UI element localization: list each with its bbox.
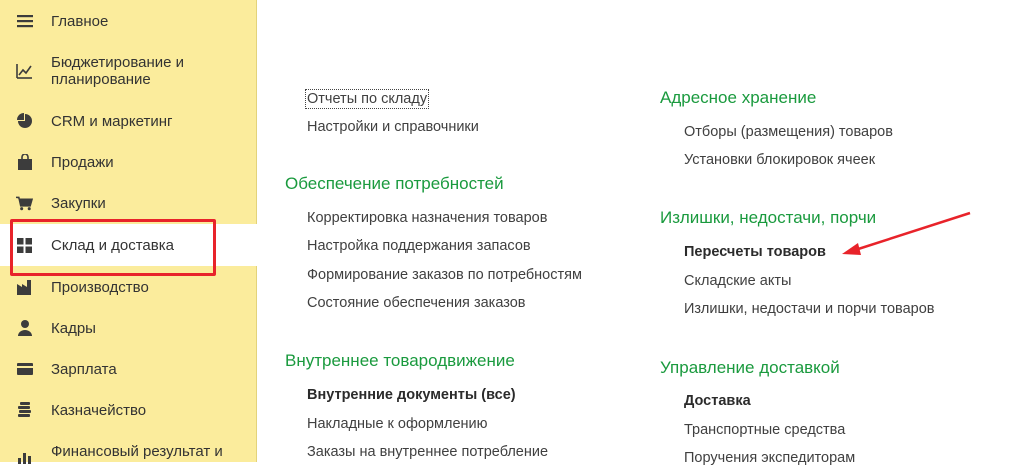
sidebar-item-label: Зарплата: [51, 360, 117, 378]
shopping-cart-icon: [16, 195, 33, 212]
shopping-bag-icon: [16, 154, 33, 171]
link-goods-recounts[interactable]: Пересчеты товаров: [684, 244, 826, 260]
link-vehicles[interactable]: Транспортные средства: [684, 422, 845, 438]
group-title-address-storage: Адресное хранение: [660, 88, 817, 107]
sidebar-item-label: Казначейство: [51, 401, 147, 419]
link-warehouse-reports[interactable]: Отчеты по складу: [304, 89, 430, 109]
pie-chart-icon: [16, 113, 33, 130]
link-invoices-to-process[interactable]: Накладные к оформлению: [307, 416, 488, 432]
link-order-supply-status[interactable]: Состояние обеспечения заказов: [307, 295, 525, 311]
link-internal-consumption-orders[interactable]: Заказы на внутреннее потребление: [307, 444, 548, 460]
link-cell-blocking[interactable]: Установки блокировок ячеек: [684, 152, 875, 168]
sidebar-item-label: Главное: [51, 12, 109, 30]
budget-chart-icon: [16, 63, 33, 80]
link-stock-maintenance-settings[interactable]: Настройка поддержания запасов: [307, 238, 531, 254]
sidebar-item-label: Закупки: [51, 194, 106, 212]
link-delivery[interactable]: Доставка: [684, 393, 751, 409]
group-title-needs: Обеспечение потребностей: [285, 174, 504, 193]
sidebar-item-label: Бюджетирование и планирование: [51, 54, 185, 88]
annotation-highlight-box: [10, 219, 216, 276]
link-internal-documents-all[interactable]: Внутренние документы (все): [307, 387, 516, 403]
sidebar-item-purchases[interactable]: Закупки: [0, 192, 257, 214]
sidebar-item-treasury[interactable]: Казначейство: [0, 399, 257, 421]
sidebar-item-budgeting[interactable]: Бюджетирование и планирование: [0, 52, 257, 90]
factory-icon: [16, 279, 33, 296]
menu-lines-icon: [16, 13, 33, 30]
sidebar-item-production[interactable]: Производство: [0, 276, 257, 298]
group-title-internal-movement: Внутреннее товародвижение: [285, 351, 515, 370]
sidebar-item-label: Производство: [51, 278, 149, 296]
sidebar-item-sales[interactable]: Продажи: [0, 151, 257, 173]
wallet-icon: [16, 361, 33, 378]
sidebar-item-personnel[interactable]: Кадры: [0, 317, 257, 339]
link-forwarder-assignments[interactable]: Поручения экспедиторам: [684, 450, 855, 466]
sidebar-item-main[interactable]: Главное: [0, 10, 257, 32]
annotation-arrow: [842, 211, 971, 255]
group-title-delivery-management: Управление доставкой: [660, 358, 840, 377]
person-icon: [16, 320, 33, 337]
sidebar-item-salary[interactable]: Зарплата: [0, 358, 257, 380]
link-form-orders-by-needs[interactable]: Формирование заказов по потребностям: [307, 267, 582, 283]
link-correct-goods-assignment[interactable]: Корректировка назначения товаров: [307, 210, 547, 226]
sidebar-item-crm[interactable]: CRM и маркетинг: [0, 110, 257, 132]
link-warehouse-acts[interactable]: Складские акты: [684, 273, 791, 289]
bar-chart-icon: [16, 448, 33, 465]
sidebar-item-financial-result[interactable]: Финансовый результат и: [0, 440, 257, 465]
sidebar-item-label: CRM и маркетинг: [51, 112, 173, 130]
link-surplus-shortage-goods[interactable]: Излишки, недостачи и порчи товаров: [684, 301, 935, 317]
sidebar-item-label: Финансовый результат и: [51, 442, 223, 460]
link-goods-picking[interactable]: Отборы (размещения) товаров: [684, 124, 893, 140]
sidebar-item-label: Кадры: [51, 319, 96, 337]
coins-icon: [16, 402, 33, 419]
link-settings-and-catalogs[interactable]: Настройки и справочники: [307, 119, 479, 135]
sidebar-item-label: Продажи: [51, 153, 114, 171]
